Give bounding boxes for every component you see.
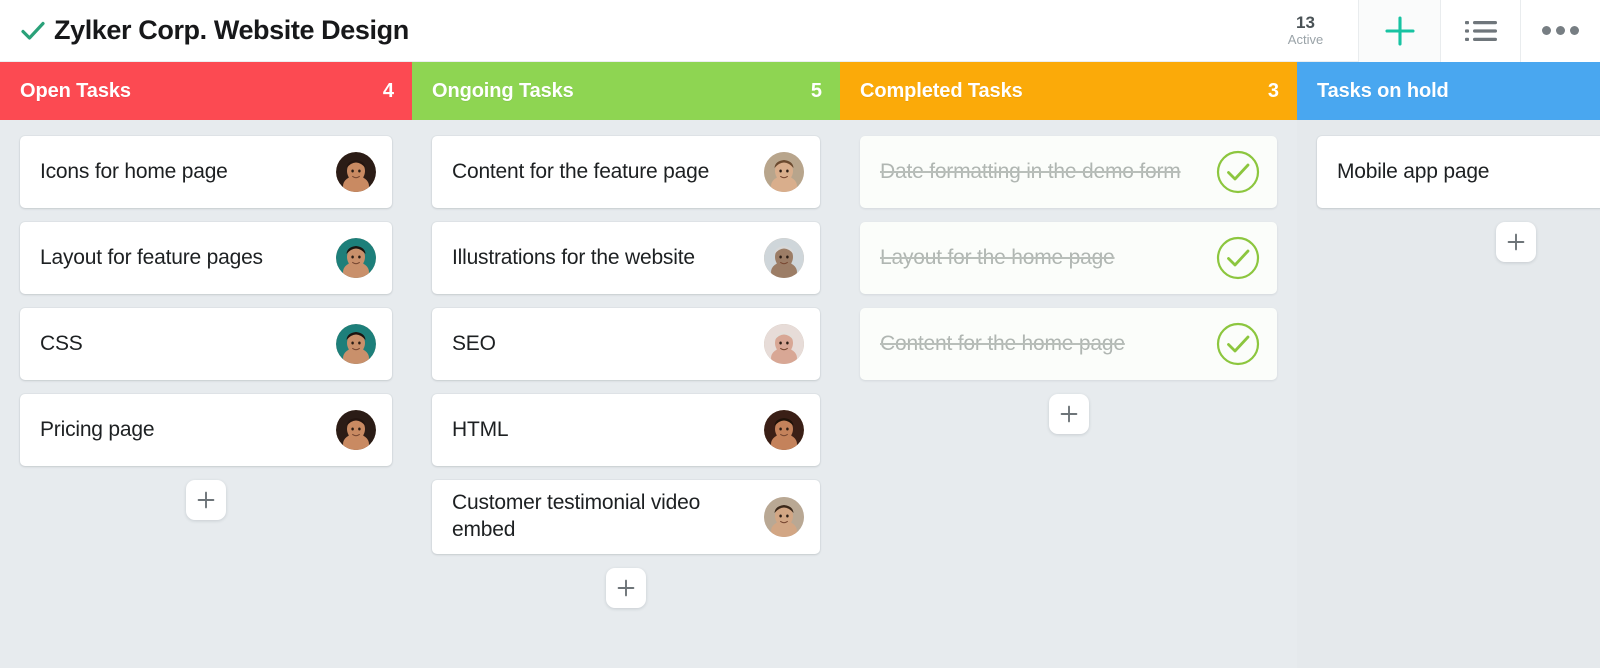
column-header-open-tasks[interactable]: Open Tasks4 [0,62,412,120]
board-column-tasks-on-hold: Tasks on hold Mobile app page [1297,62,1600,668]
list-view-icon [1464,17,1498,45]
avatar[interactable] [764,238,804,278]
task-card[interactable]: CSS [20,308,392,380]
task-card-title: Customer testimonial video embed [452,490,764,544]
column-body-open-tasks: Icons for home page Layout for feature pa… [0,120,412,668]
task-card[interactable]: Illustrations for the website [432,222,820,294]
avatar[interactable] [336,238,376,278]
column-title: Open Tasks [20,80,383,103]
plus-icon [1380,11,1420,51]
page-title: Zylker Corp. Website Design [54,15,409,46]
task-card[interactable]: Content for the feature page [432,136,820,208]
avatar-image [764,238,804,278]
board-column-ongoing-tasks: Ongoing Tasks5Content for the feature pa… [412,62,840,668]
column-body-tasks-on-hold: Mobile app page [1297,120,1600,668]
board-column-completed-tasks: Completed Tasks3Date formatting in the d… [840,62,1297,668]
task-card-title: HTML [452,417,764,444]
column-title: Completed Tasks [860,80,1268,103]
check-icon [18,16,48,46]
board-title-group: Zylker Corp. Website Design [0,15,1253,46]
add-card-button-tasks-on-hold[interactable] [1496,222,1536,262]
more-options-button[interactable] [1520,0,1600,62]
task-card[interactable]: Mobile app page [1317,136,1600,208]
column-count: 5 [811,80,822,103]
more-options-icon [1542,26,1579,35]
dot-3 [1570,26,1579,35]
avatar-image [336,238,376,278]
avatar-image [764,152,804,192]
avatar-image [336,324,376,364]
avatar[interactable] [336,324,376,364]
column-count: 4 [383,80,394,103]
plus-icon [1059,404,1079,424]
avatar-image [764,324,804,364]
avatar-image [336,152,376,192]
check-circle-icon [1215,235,1261,281]
active-count-badge: 13 Active [1253,0,1358,62]
plus-icon [1506,232,1526,252]
dot-2 [1556,26,1565,35]
task-card[interactable]: Content for the home page [860,308,1277,380]
task-complete-toggle[interactable] [1215,235,1261,281]
plus-icon [616,578,636,598]
avatar[interactable] [336,410,376,450]
column-header-ongoing-tasks[interactable]: Ongoing Tasks5 [412,62,840,120]
column-header-tasks-on-hold[interactable]: Tasks on hold [1297,62,1600,120]
task-card-title: Mobile app page [1337,159,1600,186]
avatar[interactable] [764,324,804,364]
active-count-value: 13 [1296,14,1315,32]
task-card[interactable]: Icons for home page [20,136,392,208]
task-card-title: Icons for home page [40,159,336,186]
plus-icon [196,490,216,510]
task-card[interactable]: HTML [432,394,820,466]
column-title: Ongoing Tasks [432,80,811,103]
column-body-completed-tasks: Date formatting in the demo form Layout f… [840,120,1297,668]
add-card-button-open-tasks[interactable] [186,480,226,520]
avatar-image [336,410,376,450]
task-card-title: Layout for the home page [880,245,1215,272]
task-card[interactable]: Layout for the home page [860,222,1277,294]
task-card-title: Pricing page [40,417,336,444]
check-circle-icon [1215,149,1261,195]
task-card-title: Date formatting in the demo form [880,159,1215,186]
task-card[interactable]: Pricing page [20,394,392,466]
add-task-button[interactable] [1358,0,1440,62]
task-card-title: Layout for feature pages [40,245,336,272]
column-title: Tasks on hold [1317,80,1582,103]
task-card-title: Illustrations for the website [452,245,764,272]
task-card[interactable]: Date formatting in the demo form [860,136,1277,208]
avatar[interactable] [764,410,804,450]
app-header: Zylker Corp. Website Design 13 Active [0,0,1600,62]
board-column-open-tasks: Open Tasks4 Icons for home page Layout for… [0,62,412,668]
task-card[interactable]: Customer testimonial video embed [432,480,820,554]
kanban-board: Open Tasks4 Icons for home page Layout for… [0,62,1600,668]
task-card[interactable]: SEO [432,308,820,380]
avatar[interactable] [764,152,804,192]
task-card-title: CSS [40,331,336,358]
active-count-label: Active [1288,33,1323,47]
task-complete-toggle[interactable] [1215,321,1261,367]
add-card-button-ongoing-tasks[interactable] [606,568,646,608]
column-count: 3 [1268,80,1279,103]
task-card[interactable]: Layout for feature pages [20,222,392,294]
check-circle-icon [1215,321,1261,367]
column-body-ongoing-tasks: Content for the feature page Illustration… [412,120,840,668]
task-card-title: Content for the feature page [452,159,764,186]
dot-1 [1542,26,1551,35]
task-card-title: Content for the home page [880,331,1215,358]
add-card-button-completed-tasks[interactable] [1049,394,1089,434]
list-view-button[interactable] [1440,0,1520,62]
avatar-image [764,497,804,537]
avatar[interactable] [336,152,376,192]
header-actions: 13 Active [1253,0,1600,62]
task-card-title: SEO [452,331,764,358]
task-complete-toggle[interactable] [1215,149,1261,195]
avatar[interactable] [764,497,804,537]
column-header-completed-tasks[interactable]: Completed Tasks3 [840,62,1297,120]
avatar-image [764,410,804,450]
